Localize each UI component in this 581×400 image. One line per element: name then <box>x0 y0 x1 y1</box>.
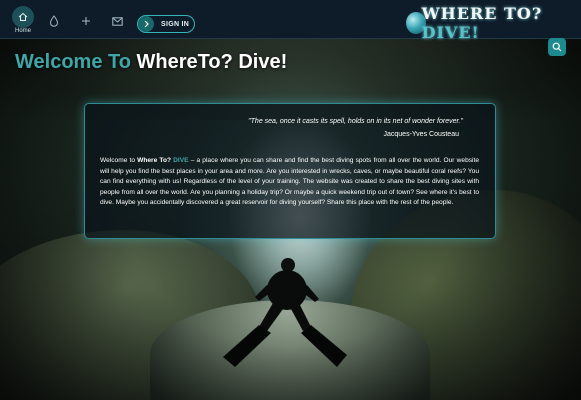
drop-icon[interactable] <box>48 15 60 27</box>
search-button[interactable] <box>548 38 566 56</box>
page-title-prefix: Welcome To <box>15 51 131 73</box>
site-logo[interactable]: WHERE TO?DIVE! <box>406 4 581 42</box>
intro-brand-accent: DIVE <box>173 157 189 164</box>
intro-brand: Where To? <box>137 157 172 164</box>
home-icon <box>18 12 28 21</box>
intro-lead: Welcome to <box>100 157 135 164</box>
plus-icon[interactable] <box>80 15 92 27</box>
intro-paragraph: Welcome to Where To? DIVE – a place wher… <box>100 156 479 209</box>
home-button[interactable] <box>12 6 34 28</box>
home-label[interactable]: Home <box>8 28 38 34</box>
mail-icon[interactable] <box>111 15 123 27</box>
sign-in-button[interactable]: SIGN IN <box>137 15 195 33</box>
chevron-right-icon <box>138 16 154 32</box>
top-navbar: Home SIGN IN WHERE TO?DIVE! <box>0 0 581 42</box>
quote-text: "The sea, once it casts its spell, holds… <box>248 118 463 125</box>
logo-text: WHERE TO?DIVE! <box>421 4 543 42</box>
page-title-name: WhereTo? Dive! <box>136 51 288 73</box>
search-icon <box>552 42 562 52</box>
quote-author: Jacques-Yves Cousteau <box>383 131 460 138</box>
intro-body: – a place where you can share and find t… <box>100 157 479 206</box>
welcome-card: "The sea, once it casts its spell, holds… <box>84 103 496 239</box>
sign-in-label: SIGN IN <box>161 20 190 28</box>
page-title: Welcome To WhereTo? Dive! <box>15 51 287 74</box>
